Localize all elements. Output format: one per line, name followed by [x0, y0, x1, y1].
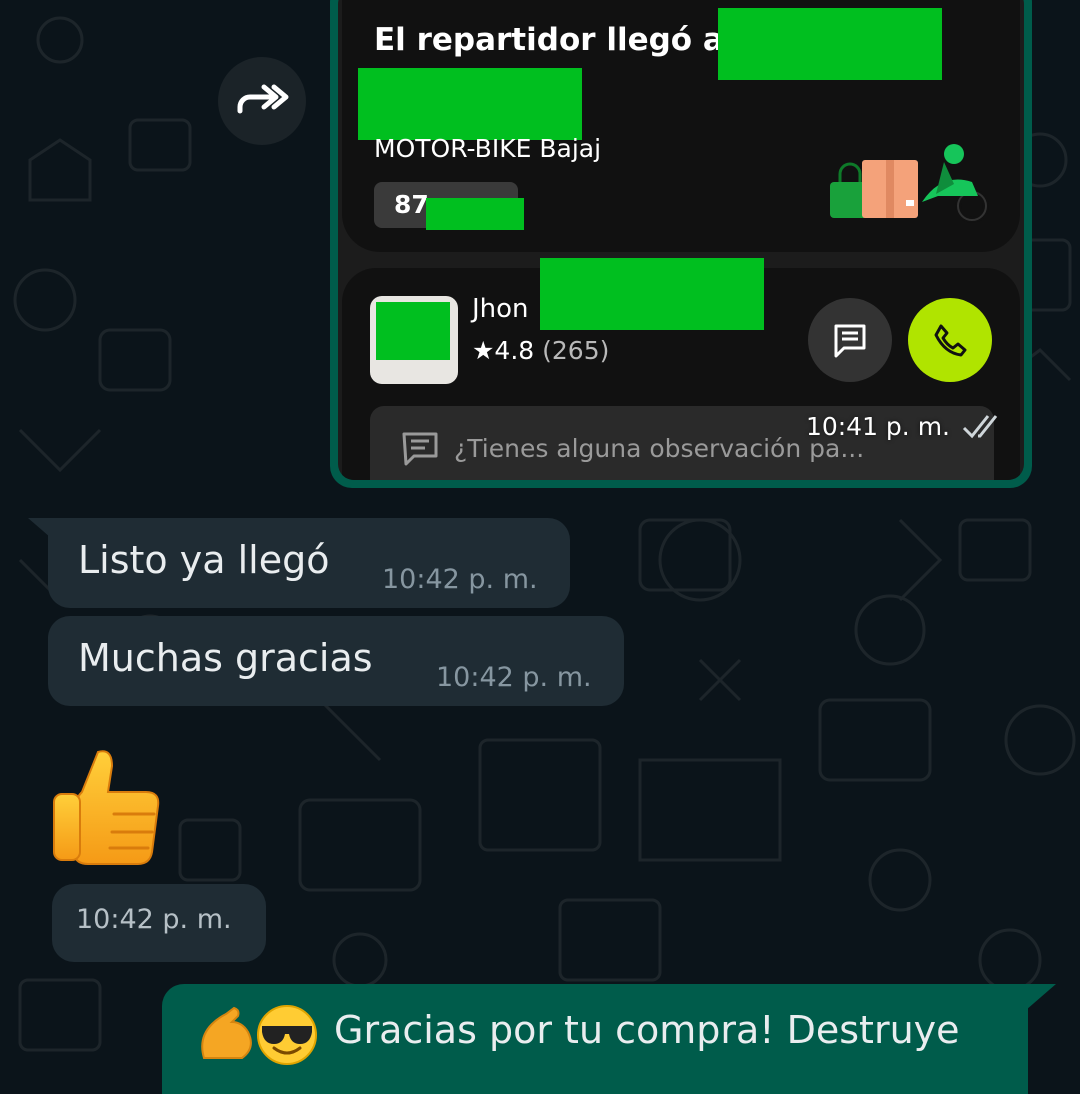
- bubble-tail: [1026, 984, 1056, 1010]
- delivery-motorbike-illustration: [830, 144, 989, 223]
- message-time: 10:42 p. m.: [382, 564, 538, 595]
- message-text: Muchas gracias: [78, 636, 373, 680]
- driver-card: Jhon ★4.8 (265) ¿Tienes alguna observaci…: [342, 258, 1020, 480]
- redaction-block: [718, 8, 942, 80]
- timestamp: 10:41 p. m.: [805, 412, 950, 441]
- message-time: 10:42 p. m.: [76, 904, 232, 935]
- redaction-block: [358, 68, 582, 140]
- smiling-face-with-sunglasses-emoji: [257, 1005, 317, 1065]
- plate-text: 87: [394, 190, 429, 219]
- driver-avatar: [370, 296, 458, 384]
- image-message-time: 10:41 p. m.: [806, 412, 1006, 441]
- delivery-status-card: El repartidor llegó a MOTOR-BIKE Bajaj 8…: [342, 0, 1020, 252]
- message-time: 10:42 p. m.: [436, 662, 592, 693]
- redaction-block: [376, 302, 450, 360]
- redaction-block: [426, 198, 524, 230]
- rating-value: ★4.8: [472, 336, 535, 365]
- call-driver-button: [908, 298, 992, 382]
- redaction-block: [540, 258, 764, 330]
- forward-icon: [237, 84, 289, 114]
- observation-placeholder: ¿Tienes alguna observación pa...: [454, 434, 865, 463]
- chat-icon: [834, 324, 866, 358]
- vehicle-label: MOTOR-BIKE Bajaj: [374, 134, 602, 163]
- thumbs-up-emoji[interactable]: [48, 744, 172, 868]
- note-icon: [402, 432, 438, 466]
- incoming-message[interactable]: Listo ya llegó 10:42 p. m.: [48, 518, 570, 608]
- emoji-time-bubble: 10:42 p. m.: [52, 884, 266, 962]
- message-driver-button: [808, 298, 892, 382]
- incoming-message[interactable]: Muchas gracias 10:42 p. m.: [48, 616, 624, 706]
- double-check-icon: [962, 414, 998, 438]
- driver-name: Jhon: [472, 294, 529, 324]
- outgoing-message[interactable]: Gracias por tu compra! Destruye: [162, 984, 1028, 1094]
- forward-button[interactable]: [218, 57, 306, 145]
- message-text: Listo ya llegó: [78, 538, 330, 582]
- driver-rating: ★4.8 (265): [472, 336, 609, 365]
- rating-count: (265): [542, 336, 610, 365]
- shared-screenshot: El repartidor llegó a MOTOR-BIKE Bajaj 8…: [338, 0, 1024, 480]
- delivery-title: El repartidor llegó a: [374, 22, 724, 58]
- message-text: Gracias por tu compra! Destruye: [334, 1008, 960, 1052]
- phone-icon: [934, 324, 967, 357]
- image-message-bubble[interactable]: El repartidor llegó a MOTOR-BIKE Bajaj 8…: [330, 0, 1032, 488]
- flexed-biceps-emoji: [201, 1006, 252, 1059]
